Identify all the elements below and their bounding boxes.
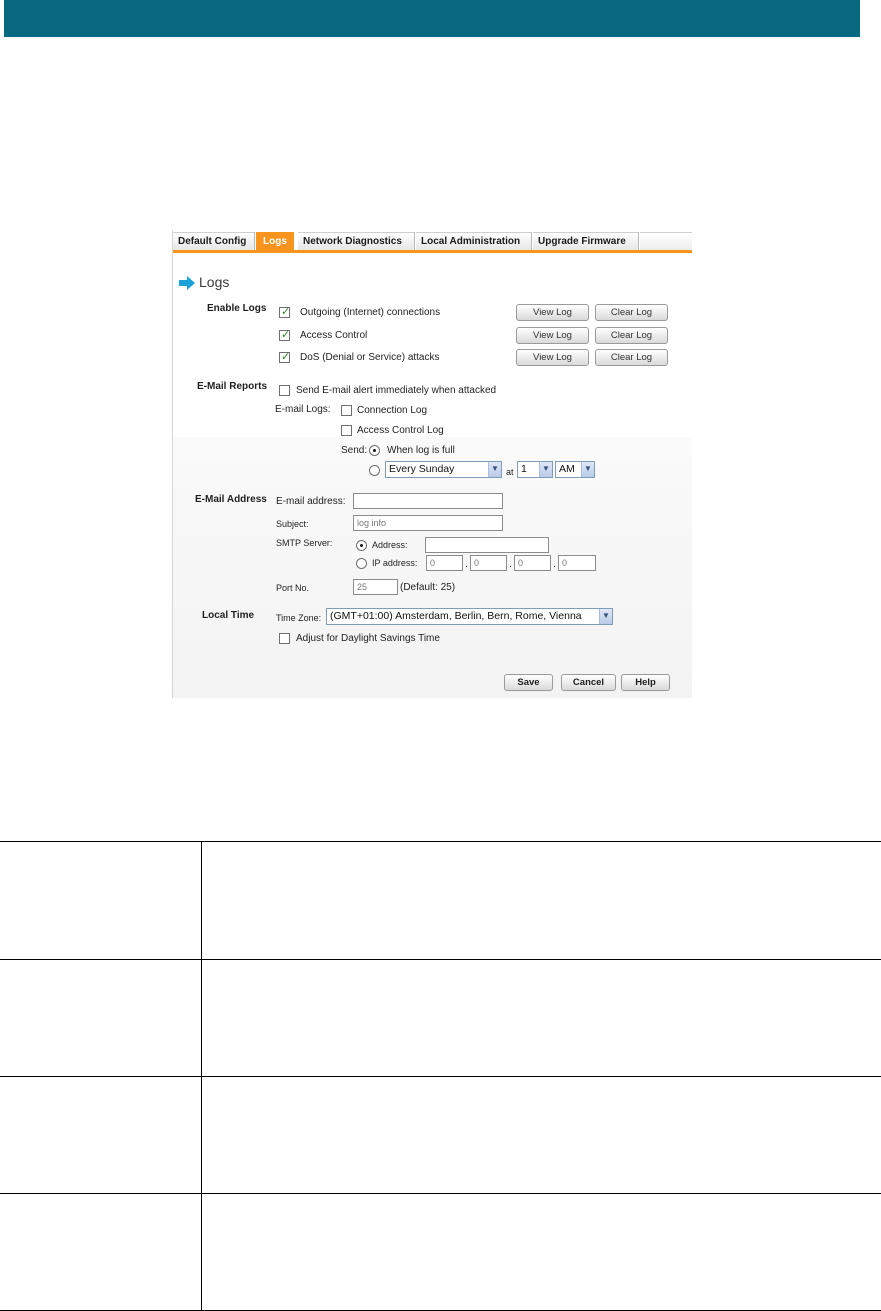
tab-bar: Default Config Logs Network Diagnostics …: [173, 232, 692, 253]
dos-attacks-label: DoS (Denial or Service) attacks: [300, 352, 440, 363]
smtp-server-label: SMTP Server:: [276, 538, 333, 548]
radio-selected-dot: [373, 449, 376, 452]
outgoing-connections-label: Outgoing (Internet) connections: [300, 307, 441, 318]
tab-upgrade-firmware[interactable]: Upgrade Firmware: [533, 232, 639, 250]
arrow-right-icon: [179, 276, 195, 290]
dropdown-button: ▼: [488, 462, 501, 477]
check-icon: ✓: [281, 329, 291, 341]
schedule-day-select[interactable]: Every Sunday ▼: [385, 461, 502, 478]
clear-log-access-control-button[interactable]: Clear Log: [595, 327, 668, 344]
ip-dot-1: .: [465, 559, 468, 570]
schedule-ampm-value: AM: [559, 463, 575, 475]
smtp-address-label: Address:: [372, 540, 408, 550]
schedule-ampm-select[interactable]: AM ▼: [555, 461, 595, 478]
subject-input[interactable]: log info: [353, 515, 503, 531]
view-log-access-control-button[interactable]: View Log: [516, 327, 589, 344]
access-control-log-checkbox[interactable]: [341, 425, 352, 436]
ip-octet-1-input[interactable]: 0: [426, 555, 463, 571]
dst-label: Adjust for Daylight Savings Time: [296, 633, 440, 644]
view-log-dos-button[interactable]: View Log: [516, 349, 589, 366]
ip-dot-2: .: [509, 559, 512, 570]
time-zone-select[interactable]: (GMT+01:00) Amsterdam, Berlin, Bern, Rom…: [326, 608, 613, 625]
help-button[interactable]: Help: [621, 674, 670, 691]
header-bar: [4, 0, 860, 37]
time-zone-value: (GMT+01:00) Amsterdam, Berlin, Bern, Rom…: [330, 610, 582, 622]
dos-attacks-checkbox[interactable]: ✓: [279, 351, 291, 363]
check-icon: ✓: [281, 306, 291, 318]
clear-log-dos-button[interactable]: Clear Log: [595, 349, 668, 366]
smtp-address-radio[interactable]: [356, 540, 367, 551]
tab-default-config[interactable]: Default Config: [173, 232, 255, 250]
table-row: [0, 1194, 881, 1310]
schedule-day-value: Every Sunday: [389, 463, 455, 475]
email-alert-label: Send E-mail alert immediately when attac…: [296, 385, 497, 396]
dropdown-button: ▼: [539, 462, 552, 477]
time-zone-label: Time Zone:: [276, 613, 322, 623]
chevron-down-icon: ▼: [584, 464, 592, 473]
send-when-full-radio[interactable]: [369, 445, 380, 456]
access-control-label: Access Control: [300, 330, 368, 341]
table-row: [0, 960, 881, 1076]
tab-logs[interactable]: Logs: [256, 232, 294, 250]
email-reports-label: E-Mail Reports: [197, 381, 268, 392]
router-logs-screenshot: Default Config Logs Network Diagnostics …: [172, 230, 692, 698]
email-logs-label: E-mail Logs:: [275, 404, 331, 415]
local-time-label: Local Time: [202, 610, 255, 621]
description-table: [0, 841, 881, 1311]
schedule-hour-select[interactable]: 1 ▼: [517, 461, 553, 478]
tab-local-administration[interactable]: Local Administration: [416, 232, 532, 250]
dst-checkbox[interactable]: [279, 633, 290, 644]
chevron-down-icon: ▼: [491, 464, 499, 473]
port-label: Port No.: [276, 583, 310, 593]
connection-log-label: Connection Log: [357, 405, 428, 416]
at-label: at: [506, 467, 514, 477]
tab-bar-filler: [640, 232, 692, 250]
email-address-input[interactable]: [353, 493, 503, 509]
access-control-checkbox[interactable]: ✓: [279, 329, 291, 341]
smtp-ip-label: IP address:: [372, 558, 418, 568]
chevron-down-icon: ▼: [602, 611, 610, 620]
table-row: [0, 842, 881, 959]
email-alert-checkbox[interactable]: [279, 385, 290, 396]
smtp-ip-radio[interactable]: [356, 558, 367, 569]
check-icon: ✓: [281, 351, 291, 363]
email-address-label: E-mail address:: [276, 496, 346, 507]
access-control-log-label: Access Control Log: [357, 425, 444, 436]
chevron-down-icon: ▼: [542, 464, 550, 473]
send-schedule-radio[interactable]: [369, 465, 380, 476]
ip-octet-4-input[interactable]: 0: [558, 555, 596, 571]
schedule-hour-value: 1: [521, 463, 527, 475]
view-log-outgoing-button[interactable]: View Log: [516, 304, 589, 321]
ip-octet-3-input[interactable]: 0: [514, 555, 551, 571]
header-bar-fill: [4, 0, 860, 37]
dropdown-button: ▼: [599, 609, 612, 624]
email-address-section-label: E-Mail Address: [195, 494, 267, 505]
connection-log-checkbox[interactable]: [341, 405, 352, 416]
save-button[interactable]: Save: [504, 674, 553, 691]
tab-network-diagnostics[interactable]: Network Diagnostics: [298, 232, 415, 250]
send-label: Send:: [341, 445, 368, 456]
clear-log-outgoing-button[interactable]: Clear Log: [595, 304, 668, 321]
ip-octet-2-input[interactable]: 0: [470, 555, 507, 571]
outgoing-connections-checkbox[interactable]: ✓: [279, 306, 291, 318]
port-default-label: (Default: 25): [400, 582, 456, 593]
port-input[interactable]: 25: [353, 579, 398, 595]
send-when-full-label: When log is full: [387, 445, 455, 456]
subject-label: Subject:: [276, 519, 309, 529]
table-row: [0, 1077, 881, 1193]
enable-logs-label: Enable Logs: [207, 303, 267, 314]
dropdown-button: ▼: [581, 462, 594, 477]
page-title: Logs: [199, 274, 230, 290]
cancel-button[interactable]: Cancel: [561, 674, 616, 691]
ip-dot-3: .: [553, 559, 556, 570]
radio-selected-dot: [360, 544, 363, 547]
smtp-address-input[interactable]: [425, 537, 549, 553]
